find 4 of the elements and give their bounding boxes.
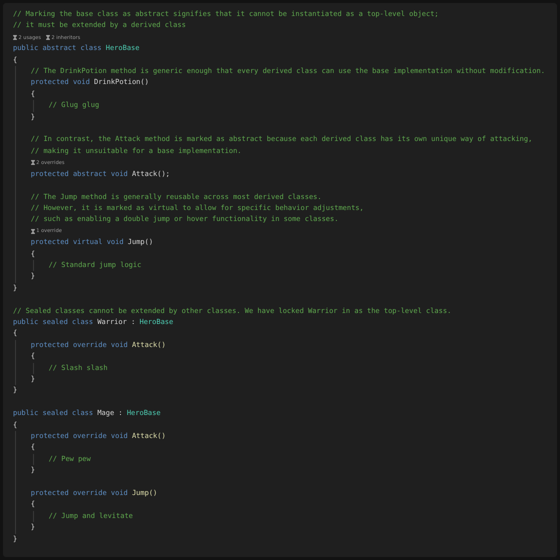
hourglass-icon bbox=[13, 35, 17, 40]
hourglass-icon bbox=[30, 228, 35, 234]
hourglass-icon bbox=[30, 160, 35, 166]
hourglass-icon bbox=[46, 35, 50, 40]
